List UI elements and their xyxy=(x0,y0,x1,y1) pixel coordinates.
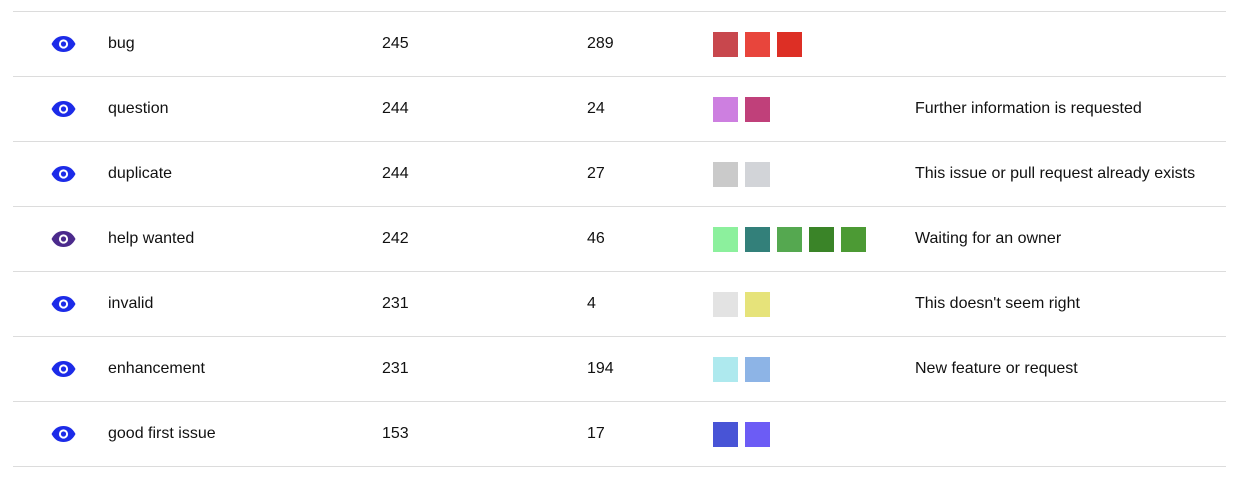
label-count-primary: 245 xyxy=(382,35,409,52)
label-count-secondary: 194 xyxy=(587,360,614,377)
label-row: invalid 231 4 This doesn't seem right xyxy=(13,272,1226,337)
labels-table: bug 245 289 question 244 24 Further informatio… xyxy=(13,11,1226,467)
label-description: New feature or request xyxy=(915,360,1078,377)
color-swatch[interactable] xyxy=(745,421,770,447)
color-swatch[interactable] xyxy=(745,226,770,252)
color-swatches xyxy=(713,142,770,206)
label-count-secondary: 46 xyxy=(587,230,605,247)
watch-toggle[interactable] xyxy=(51,142,81,206)
label-count-secondary: 289 xyxy=(587,35,614,52)
color-swatch[interactable] xyxy=(713,421,738,447)
label-count-primary: 242 xyxy=(382,230,409,247)
label-row: bug 245 289 xyxy=(13,12,1226,77)
eye-icon[interactable] xyxy=(51,361,76,377)
label-description: This issue or pull request already exist… xyxy=(915,165,1196,182)
label-description: This doesn't seem right xyxy=(915,295,1080,312)
watch-toggle[interactable] xyxy=(51,12,81,76)
label-name: question xyxy=(108,100,169,117)
color-swatch[interactable] xyxy=(745,96,770,122)
watch-toggle[interactable] xyxy=(51,272,81,336)
label-name: invalid xyxy=(108,295,154,312)
color-swatches xyxy=(713,272,770,336)
color-swatch[interactable] xyxy=(745,356,770,382)
label-description: Waiting for an owner xyxy=(915,230,1062,247)
label-count-primary: 244 xyxy=(382,165,409,182)
eye-icon[interactable] xyxy=(51,296,76,312)
watch-toggle[interactable] xyxy=(51,402,81,466)
color-swatches xyxy=(713,207,866,271)
color-swatch[interactable] xyxy=(745,161,770,187)
color-swatches xyxy=(713,77,770,141)
eye-icon[interactable] xyxy=(51,36,76,52)
label-name: good first issue xyxy=(108,425,216,442)
label-count-secondary: 4 xyxy=(587,295,596,312)
label-row: enhancement 231 194 New feature or request xyxy=(13,337,1226,402)
color-swatch[interactable] xyxy=(809,226,834,252)
label-row: duplicate 244 27 This issue or pull request… xyxy=(13,142,1226,207)
eye-icon[interactable] xyxy=(51,231,76,247)
label-row: help wanted 242 46 Waiting for an owner xyxy=(13,207,1226,272)
label-count-secondary: 17 xyxy=(587,425,605,442)
label-count-primary: 231 xyxy=(382,295,409,312)
color-swatch[interactable] xyxy=(713,356,738,382)
eye-icon[interactable] xyxy=(51,426,76,442)
color-swatch[interactable] xyxy=(713,161,738,187)
watch-toggle[interactable] xyxy=(51,207,81,271)
label-count-secondary: 24 xyxy=(587,100,605,117)
label-count-primary: 153 xyxy=(382,425,409,442)
label-name: duplicate xyxy=(108,165,173,182)
color-swatch[interactable] xyxy=(745,291,770,317)
label-name: bug xyxy=(108,35,135,52)
color-swatches xyxy=(713,402,770,466)
eye-icon[interactable] xyxy=(51,101,76,117)
label-count-primary: 244 xyxy=(382,100,409,117)
label-row: good first issue 153 17 xyxy=(13,402,1226,467)
label-count-secondary: 27 xyxy=(587,165,605,182)
watch-toggle[interactable] xyxy=(51,77,81,141)
color-swatch[interactable] xyxy=(713,291,738,317)
color-swatch[interactable] xyxy=(745,31,770,57)
color-swatch[interactable] xyxy=(841,226,866,252)
color-swatch[interactable] xyxy=(713,31,738,57)
watch-toggle[interactable] xyxy=(51,337,81,401)
color-swatches xyxy=(713,12,802,76)
color-swatches xyxy=(713,337,770,401)
color-swatch[interactable] xyxy=(777,226,802,252)
color-swatch[interactable] xyxy=(713,226,738,252)
label-description: Further information is requested xyxy=(915,100,1142,117)
color-swatch[interactable] xyxy=(713,96,738,122)
label-name: enhancement xyxy=(108,360,205,377)
eye-icon[interactable] xyxy=(51,166,76,182)
color-swatch[interactable] xyxy=(777,31,802,57)
label-name: help wanted xyxy=(108,230,195,247)
label-count-primary: 231 xyxy=(382,360,409,377)
label-row: question 244 24 Further information is requ… xyxy=(13,77,1226,142)
